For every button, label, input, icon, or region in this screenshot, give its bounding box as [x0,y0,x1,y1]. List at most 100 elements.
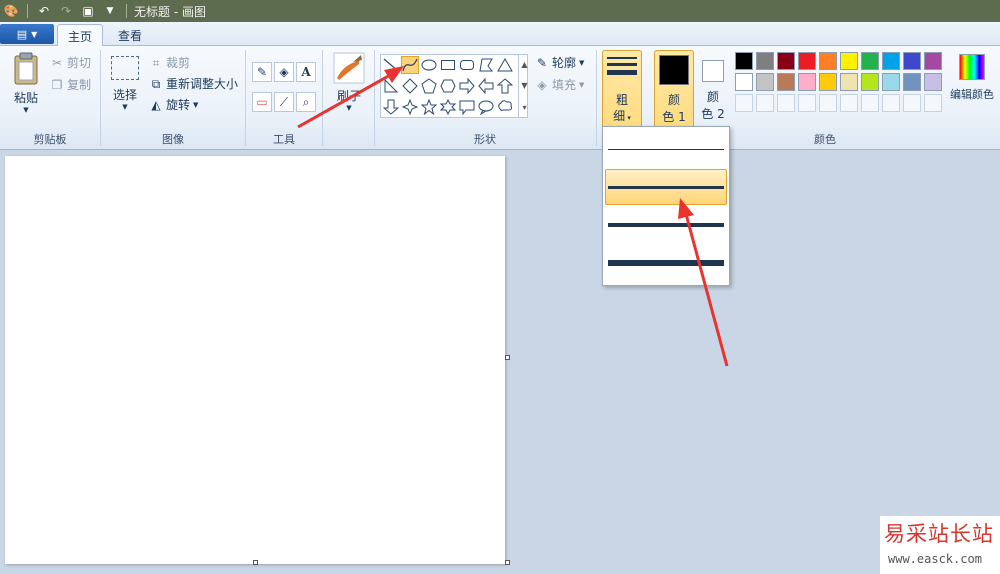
custom-color-slot[interactable] [840,94,858,112]
outline-button[interactable]: ✎ 轮廓 ▼ [535,54,584,71]
chevron-down-icon: ▼ [579,58,585,67]
tab-home[interactable]: 主页 [57,24,104,47]
palette-swatch[interactable] [861,52,879,70]
rounded-rectangle-shape-icon[interactable] [458,56,476,74]
paint-app-icon[interactable]: 🎨 [2,2,20,20]
palette-swatch[interactable] [819,52,837,70]
arrow-left-shape-icon[interactable] [477,77,495,95]
oval-callout-shape-icon[interactable] [477,98,495,116]
crop-button[interactable]: ⌗ 裁剪 [149,54,190,71]
resize-icon: ⧉ [151,76,161,91]
text-tool-icon[interactable]: A [296,62,316,82]
palette-swatch[interactable] [903,73,921,91]
workspace [0,151,1000,574]
fill-button[interactable]: ◈ 填充 ▼ [535,76,584,93]
fill-bucket-icon: ◈ [537,77,547,92]
palette-swatch[interactable] [756,73,774,91]
pentagon-shape-icon[interactable] [420,77,438,95]
cloud-callout-shape-icon[interactable] [496,98,514,116]
watermark: 易采站长站 www.easck.com [880,516,1000,574]
palette-swatch[interactable] [861,73,879,91]
size-option-1px[interactable] [605,131,727,167]
hexagon-shape-icon[interactable] [439,77,457,95]
palette-swatch[interactable] [798,73,816,91]
custom-color-slot[interactable] [777,94,795,112]
polygon-shape-icon[interactable] [477,56,495,74]
canvas-resize-handle-bottom[interactable] [253,560,258,565]
rotate-icon: ◭ [151,97,161,112]
six-point-star-shape-icon[interactable] [439,98,457,116]
custom-color-slot[interactable] [735,94,753,112]
window-title: 无标题 - 画图 [134,4,206,19]
right-triangle-shape-icon[interactable] [382,77,400,95]
arrow-up-shape-icon[interactable] [496,77,514,95]
palette-swatch[interactable] [735,73,753,91]
palette-swatch[interactable] [924,73,942,91]
select-button[interactable]: 选择 ▼ [107,54,143,111]
canvas-resize-handle-corner[interactable] [505,560,510,565]
shapes-gallery-scroll[interactable]: ▲ ▼ ▾ [518,54,530,118]
palette-swatch[interactable] [735,52,753,70]
arrow-down-shape-icon[interactable] [382,98,400,116]
size-option-5px[interactable] [605,207,727,243]
custom-color-slot[interactable] [903,94,921,112]
palette-swatch[interactable] [924,52,942,70]
app-menu-button[interactable]: ▤ ▼ [0,24,54,44]
palette-swatch[interactable] [756,52,774,70]
rotate-button[interactable]: ◭ 旋转 ▼ [149,96,198,113]
cut-button[interactable]: ✂ 剪切 [50,54,91,71]
brush-icon [333,52,365,84]
customize-qat-icon[interactable]: ▼ [101,2,119,20]
drawing-canvas[interactable] [5,156,505,564]
brushes-button[interactable]: 刷子 ▼ [330,52,368,112]
paste-button[interactable]: 粘贴 ▼ [8,52,44,114]
palette-swatch[interactable] [777,52,795,70]
palette-swatch[interactable] [882,52,900,70]
scroll-up-icon[interactable]: ▲ [521,60,527,69]
resize-button[interactable]: ⧉ 重新调整大小 [149,75,238,92]
palette-swatch[interactable] [882,73,900,91]
magnifier-icon[interactable]: ⌕ [296,92,316,112]
palette-swatch[interactable] [819,73,837,91]
four-point-star-shape-icon[interactable] [401,98,419,116]
save-icon[interactable]: ▣ [79,2,97,20]
palette-swatch[interactable] [798,52,816,70]
custom-color-slot[interactable] [882,94,900,112]
clipboard-icon [14,52,38,85]
undo-icon[interactable]: ↶ [35,2,53,20]
custom-color-slot[interactable] [756,94,774,112]
eraser-icon[interactable]: ▭ [252,92,272,112]
triangle-shape-icon[interactable] [496,56,514,74]
palette-swatch[interactable] [903,52,921,70]
edit-colors-label: 编辑颜色 [950,88,994,101]
custom-color-slot[interactable] [861,94,879,112]
edit-colors-button[interactable]: 编辑颜色 [946,54,998,102]
tools-group: ✎ ◈ A ▭ ⟋ ⌕ 工具 [246,46,322,150]
fill-bucket-icon[interactable]: ◈ [274,62,294,82]
rect-callout-shape-icon[interactable] [458,98,476,116]
five-point-star-shape-icon[interactable] [420,98,438,116]
size-option-3px[interactable] [605,169,727,205]
custom-color-slot[interactable] [798,94,816,112]
arrow-right-shape-icon[interactable] [458,77,476,95]
expand-gallery-icon[interactable]: ▾ [522,103,526,112]
scroll-down-icon[interactable]: ▼ [521,81,527,90]
palette-swatch[interactable] [840,52,858,70]
line-shape-icon[interactable] [382,56,400,74]
palette-swatch[interactable] [777,73,795,91]
curve-shape-icon[interactable] [401,56,419,74]
oval-shape-icon[interactable] [420,56,438,74]
canvas-resize-handle-right[interactable] [505,355,510,360]
custom-color-slot[interactable] [924,94,942,112]
pencil-icon[interactable]: ✎ [252,62,272,82]
redo-icon[interactable]: ↷ [57,2,75,20]
rectangle-shape-icon[interactable] [439,56,457,74]
tab-view[interactable]: 查看 [108,24,152,47]
size-option-8px[interactable] [605,245,727,281]
custom-color-slot[interactable] [819,94,837,112]
color-picker-icon[interactable]: ⟋ [274,92,294,112]
chevron-down-icon: ▼ [346,104,352,112]
diamond-shape-icon[interactable] [401,77,419,95]
copy-button[interactable]: ❐ 复制 [50,76,91,93]
palette-swatch[interactable] [840,73,858,91]
